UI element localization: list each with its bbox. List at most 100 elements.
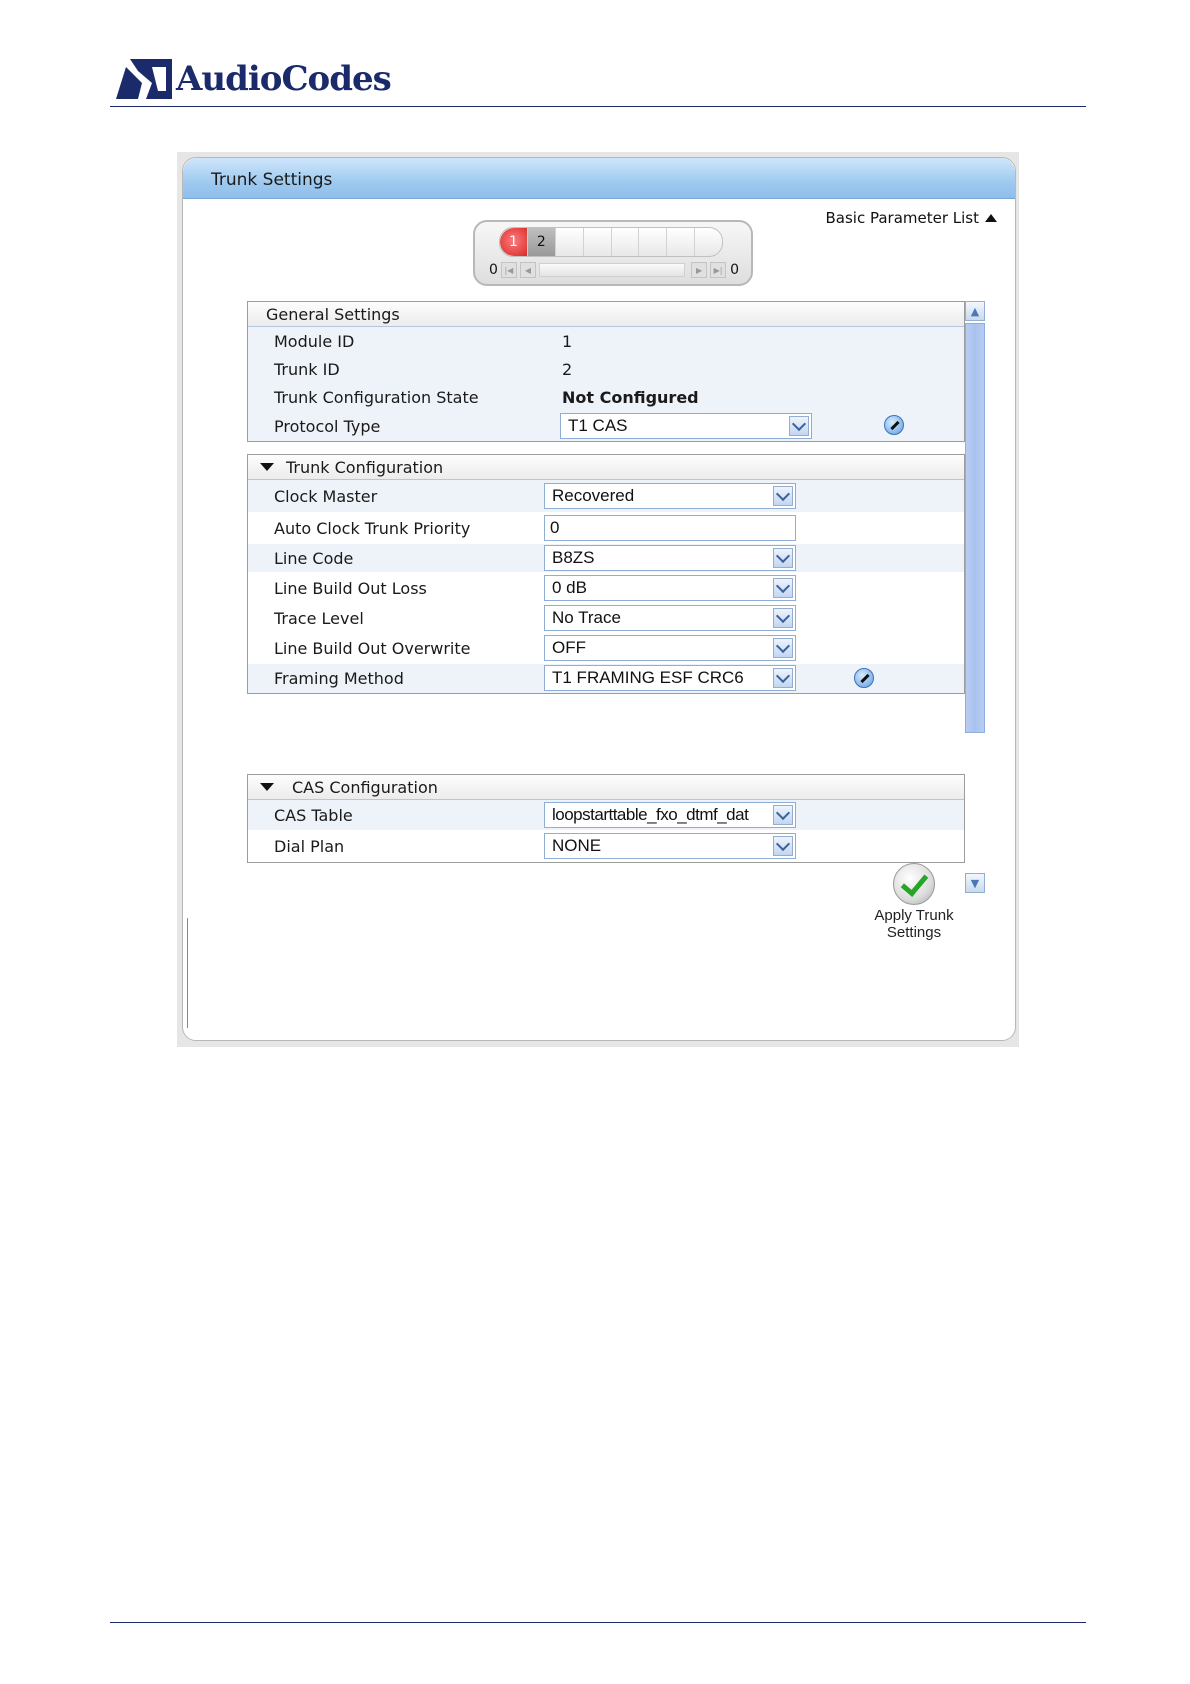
auto-clock-trunk-priority-label: Auto Clock Trunk Priority — [274, 518, 471, 538]
trunk-5-button[interactable] — [612, 228, 640, 256]
header-rule — [110, 106, 1086, 107]
trunk-4-button[interactable] — [584, 228, 612, 256]
trunk-7-button[interactable] — [667, 228, 696, 256]
dial-plan-row: Dial Plan NONE — [248, 830, 964, 862]
chevron-down-icon[interactable] — [773, 805, 793, 825]
trunk-settings-panel: Trunk Settings Basic Parameter List 1 2 … — [182, 157, 1016, 1041]
cas-table-select[interactable]: loopstarttable_fxo_dtmf_dat — [544, 802, 796, 828]
edit-pencil-icon[interactable] — [854, 668, 874, 688]
module-id-label: Module ID — [274, 331, 355, 351]
line-build-out-overwrite-value: OFF — [552, 638, 586, 657]
trunk-configuration-section: Trunk Configuration Clock Master Recover… — [247, 454, 965, 694]
module-id-value: 1 — [562, 331, 573, 351]
trace-level-label: Trace Level — [274, 608, 364, 628]
apply-trunk-settings-button[interactable]: Apply Trunk Settings — [868, 863, 960, 941]
protocol-type-select[interactable]: T1 CAS — [560, 413, 812, 439]
trunk-state-label: Trunk Configuration State — [274, 387, 479, 407]
trunk-state-value: Not Configured — [562, 387, 699, 407]
scroll-up-icon[interactable]: ▲ — [965, 301, 985, 321]
trace-level-row: Trace Level No Trace — [248, 604, 964, 632]
cas-table-label: CAS Table — [274, 805, 353, 825]
trunk-nav-track[interactable] — [538, 263, 686, 277]
clock-master-label: Clock Master — [274, 486, 378, 506]
trunk-nav-right-count: 0 — [730, 262, 739, 278]
trunk-id-row: Trunk ID 2 — [248, 355, 964, 383]
scroll-down-icon[interactable]: ▼ — [965, 873, 985, 893]
trunk-configuration-header: Trunk Configuration — [248, 455, 964, 480]
trunk-1-button[interactable]: 1 — [500, 228, 528, 256]
cas-table-row: CAS Table loopstarttable_fxo_dtmf_dat — [248, 800, 964, 830]
trunk-nav-controls: 0 |◀ ◀ ▶ ▶| 0 — [489, 260, 739, 280]
trace-level-value: No Trace — [552, 608, 621, 627]
chevron-down-icon[interactable] — [773, 608, 793, 628]
basic-parameter-list-toggle[interactable]: Basic Parameter List — [825, 209, 997, 227]
trunk-3-button[interactable] — [556, 228, 584, 256]
clock-master-select[interactable]: Recovered — [544, 483, 796, 509]
line-build-out-loss-select[interactable]: 0 dB — [544, 575, 796, 601]
scrollbar-thumb[interactable] — [965, 323, 985, 733]
apply-label-line1: Apply Trunk — [874, 907, 954, 924]
clock-master-value: Recovered — [552, 486, 635, 505]
scrollbar-track[interactable] — [965, 733, 985, 873]
collapse-caret-icon[interactable] — [260, 463, 274, 471]
audiocodes-logo: AudioCodes — [116, 56, 392, 102]
clock-master-row: Clock Master Recovered — [248, 480, 964, 512]
trunk-8-button[interactable] — [695, 228, 722, 256]
trunk-6-button[interactable] — [639, 228, 668, 256]
vertical-scrollbar[interactable]: ▲ ▼ — [965, 301, 985, 893]
trunk-state-row: Trunk Configuration State Not Configured — [248, 383, 964, 411]
cas-table-value: loopstarttable_fxo_dtmf_dat — [552, 805, 749, 824]
prev-page-icon[interactable]: ◀ — [519, 262, 536, 278]
general-settings-title: General Settings — [266, 304, 400, 324]
basic-parameter-list-label: Basic Parameter List — [825, 209, 979, 227]
dial-plan-label: Dial Plan — [274, 836, 345, 856]
cas-configuration-header: CAS Configuration — [248, 775, 964, 800]
next-page-icon[interactable]: ▶ — [691, 262, 708, 278]
protocol-type-value: T1 CAS — [568, 416, 628, 435]
dial-plan-value: NONE — [552, 836, 602, 855]
module-id-row: Module ID 1 — [248, 327, 964, 355]
panel-divider — [187, 918, 188, 1028]
trunk-2-button[interactable]: 2 — [527, 228, 556, 256]
trace-level-select[interactable]: No Trace — [544, 605, 796, 631]
chevron-down-icon[interactable] — [789, 416, 809, 436]
logo-mark-icon — [116, 59, 172, 99]
auto-clock-trunk-priority-row: Auto Clock Trunk Priority — [248, 512, 964, 544]
dial-plan-select[interactable]: NONE — [544, 833, 796, 859]
trunk-id-value: 2 — [562, 359, 573, 379]
line-build-out-overwrite-select[interactable]: OFF — [544, 635, 796, 661]
trunk-group-bar: 1 2 — [499, 227, 723, 257]
line-code-row: Line Code B8ZS — [248, 544, 964, 572]
trunk-nav-left-count: 0 — [489, 262, 498, 278]
framing-method-row: Framing Method T1 FRAMING ESF CRC6 — [248, 664, 964, 693]
apply-label-line2: Settings — [886, 924, 942, 941]
checkmark-icon — [893, 863, 935, 905]
chevron-down-icon[interactable] — [773, 638, 793, 658]
framing-method-value: T1 FRAMING ESF CRC6 — [552, 668, 744, 687]
collapse-caret-icon[interactable] — [260, 783, 274, 791]
general-settings-section: General Settings Module ID 1 Trunk ID 2 … — [247, 301, 965, 442]
line-build-out-loss-label: Line Build Out Loss — [274, 578, 427, 598]
edit-pencil-icon[interactable] — [884, 415, 904, 435]
chevron-down-icon[interactable] — [773, 836, 793, 856]
trunk-configuration-title: Trunk Configuration — [286, 457, 444, 477]
chevron-down-icon[interactable] — [773, 486, 793, 506]
line-code-label: Line Code — [274, 548, 354, 568]
line-build-out-overwrite-row: Line Build Out Overwrite OFF — [248, 632, 964, 664]
cas-configuration-title: CAS Configuration — [292, 777, 438, 797]
framing-method-label: Framing Method — [274, 669, 404, 688]
last-page-icon[interactable]: ▶| — [710, 262, 727, 278]
protocol-type-row: Protocol Type T1 CAS — [248, 411, 964, 441]
framing-method-select[interactable]: T1 FRAMING ESF CRC6 — [544, 665, 796, 691]
chevron-down-icon[interactable] — [773, 548, 793, 568]
first-page-icon[interactable]: |◀ — [500, 262, 517, 278]
line-code-select[interactable]: B8ZS — [544, 545, 796, 571]
panel-header: Trunk Settings — [183, 158, 1015, 199]
trunk-navigator: 1 2 0 |◀ ◀ ▶ ▶| 0 — [473, 220, 753, 286]
general-settings-header: General Settings — [248, 302, 964, 327]
line-code-value: B8ZS — [552, 548, 595, 567]
protocol-type-label: Protocol Type — [274, 416, 381, 436]
chevron-down-icon[interactable] — [773, 578, 793, 598]
auto-clock-trunk-priority-input[interactable] — [544, 515, 796, 541]
chevron-down-icon[interactable] — [773, 668, 793, 688]
